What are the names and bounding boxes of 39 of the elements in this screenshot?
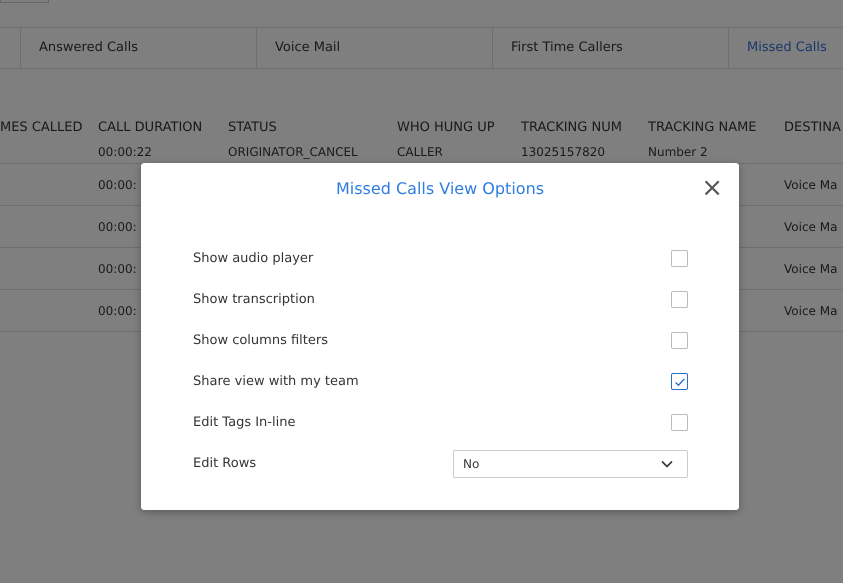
select-field[interactable]: No (453, 450, 688, 478)
column-header: DESTINA (784, 120, 841, 134)
tab[interactable]: Answered Calls (20, 28, 256, 68)
table-cell: ORIGINATOR_CANCEL (228, 145, 358, 159)
table-cell: Voice Ma (784, 262, 838, 276)
table-cell: Voice Ma (784, 220, 838, 234)
tab[interactable]: Voice Mail (256, 28, 492, 68)
option-label: Show columns filters (193, 333, 328, 348)
checkbox[interactable] (671, 291, 688, 308)
column-header: CALL DURATION (98, 120, 202, 134)
option-label: Edit Rows (193, 456, 256, 471)
dialog-title: Missed Calls View Options (336, 179, 544, 198)
table-cell: Voice Ma (784, 304, 838, 318)
table-cell: 00:00:22 (98, 145, 152, 159)
table-cell: Number 2 (648, 145, 708, 159)
column-header: STATUS (228, 120, 277, 134)
close-button[interactable]: × (699, 177, 725, 199)
checkbox[interactable] (671, 373, 688, 390)
table-cell: CALLER (397, 145, 443, 159)
tab[interactable]: Missed Calls (728, 28, 843, 68)
table-cell: 00:00: (98, 178, 137, 192)
checkbox[interactable] (671, 250, 688, 267)
option-label: Show audio player (193, 251, 314, 266)
table-cell: 13025157820 (521, 145, 605, 159)
option-label: Share view with my team (193, 374, 359, 389)
option-label: Show transcription (193, 292, 315, 307)
table-cell: 00:00: (98, 262, 137, 276)
tab[interactable]: First Time Callers (492, 28, 728, 68)
table-cell: 00:00: (98, 220, 137, 234)
column-header: MES CALLED (0, 120, 82, 134)
checkbox[interactable] (671, 332, 688, 349)
column-header: TRACKING NAME (648, 120, 757, 134)
chevron-down-icon (661, 460, 673, 468)
checkbox[interactable] (671, 414, 688, 431)
column-header: TRACKING NUM (521, 120, 622, 134)
table-cell: Voice Ma (784, 178, 838, 192)
column-header: WHO HUNG UP (397, 120, 495, 134)
option-label: Edit Tags In-line (193, 415, 296, 430)
table-cell: 00:00: (98, 304, 137, 318)
